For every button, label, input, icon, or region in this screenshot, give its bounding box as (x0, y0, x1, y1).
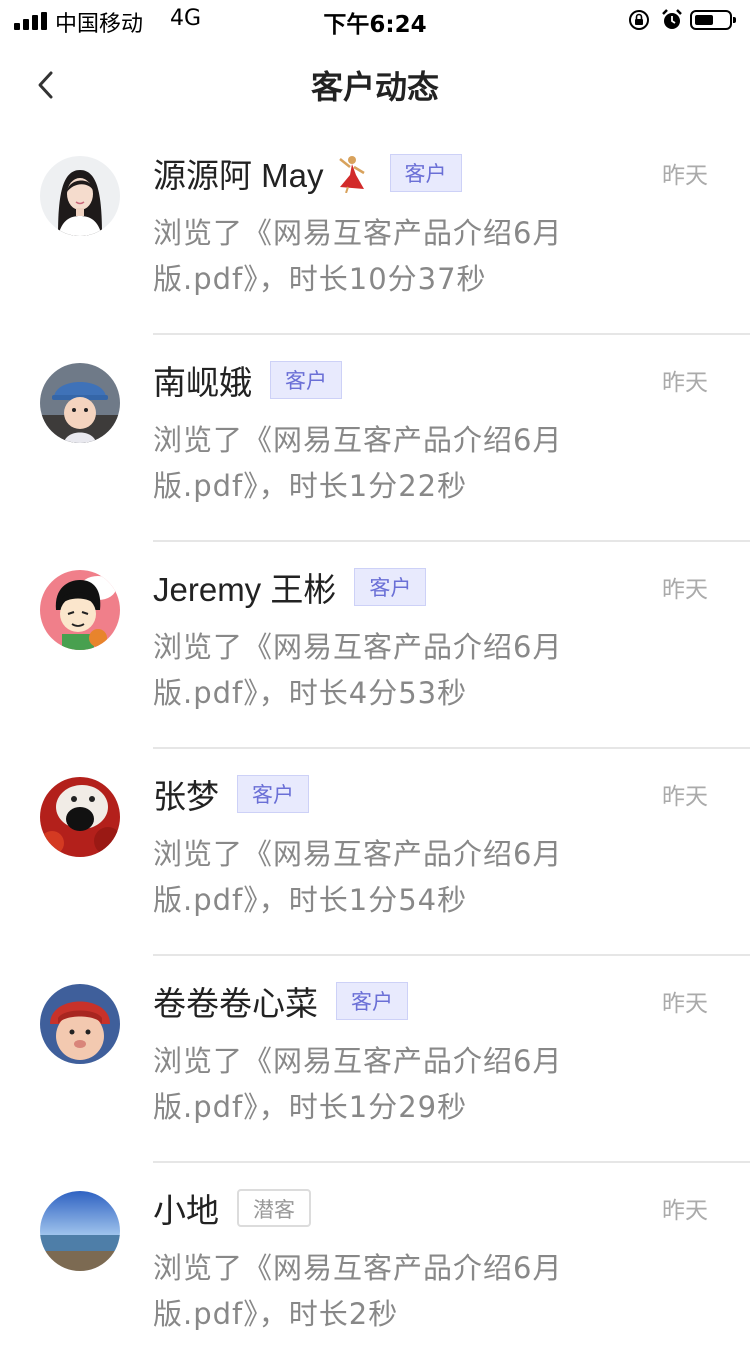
item-header: Jeremy 王彬 客户 (153, 564, 427, 610)
description-line: 版.pdf》，时长1分54秒 (153, 883, 468, 917)
alarm-icon (660, 8, 684, 32)
description-line: 浏览了《网易互客产品介绍6月 (153, 216, 563, 250)
dancer-emoji-icon (338, 156, 365, 193)
nav-bar: 客户动态 (0, 40, 750, 128)
item-description: 浏览了《网易互客产品介绍6月 版.pdf》，时长10分37秒 (153, 210, 593, 302)
item-time: 昨天 (662, 991, 708, 1017)
rotation-lock-icon (628, 9, 650, 31)
description-line: 浏览了《网易互客产品介绍6月 (153, 1044, 563, 1078)
avatar (40, 1191, 120, 1271)
item-header: 源源阿 May 客户 (153, 150, 462, 196)
description-line: 浏览了《网易互客产品介绍6月 (153, 1251, 563, 1285)
item-header: 卷卷卷心菜 客户 (153, 978, 408, 1024)
avatar (40, 363, 120, 443)
status-badge: 客户 (354, 568, 427, 606)
activity-list: 源源阿 May 客户 昨天 浏览了《网易互客产品介绍6月 版.pdf》，时长10… (0, 128, 750, 1370)
status-badge: 客户 (237, 775, 309, 813)
description-line: 版.pdf》，时长1分29秒 (153, 1090, 468, 1124)
item-header: 张梦 客户 (153, 771, 309, 817)
item-time: 昨天 (662, 370, 708, 396)
avatar (40, 777, 120, 857)
list-item[interactable]: 源源阿 May 客户 昨天 浏览了《网易互客产品介绍6月 版.pdf》，时长10… (0, 128, 750, 335)
list-item[interactable]: 张梦 客户 昨天 浏览了《网易互客产品介绍6月 版.pdf》，时长1分54秒 (0, 749, 750, 956)
customer-name: Jeremy 王彬 (153, 571, 337, 608)
customer-name: 卷卷卷心菜 (153, 985, 318, 1022)
status-badge: 潜客 (237, 1189, 311, 1227)
status-badge: 客户 (336, 982, 408, 1020)
status-badge: 客户 (389, 154, 462, 192)
list-item[interactable]: 小地 潜客 昨天 浏览了《网易互客产品介绍6月 版.pdf》，时长2秒 (0, 1163, 750, 1370)
item-time: 昨天 (662, 1198, 708, 1224)
item-time: 昨天 (662, 784, 708, 810)
description-line: 浏览了《网易互客产品介绍6月 (153, 630, 563, 664)
description-line: 版.pdf》，时长2秒 (153, 1297, 399, 1331)
item-header: 南岘娥 客户 (153, 357, 342, 403)
customer-name: 小地 (153, 1192, 219, 1229)
customer-name: 源源阿 May (153, 157, 324, 194)
battery-icon (690, 10, 736, 30)
page-title: 客户动态 (310, 68, 439, 106)
description-line: 版.pdf》，时长1分22秒 (153, 469, 468, 503)
list-item[interactable]: 南岘娥 客户 昨天 浏览了《网易互客产品介绍6月 版.pdf》，时长1分22秒 (0, 335, 750, 542)
item-time: 昨天 (662, 163, 708, 189)
item-description: 浏览了《网易互客产品介绍6月 版.pdf》，时长4分53秒 (153, 624, 593, 716)
avatar (40, 156, 120, 236)
status-bar: 中国移动 4G 下午6:24 (0, 0, 750, 40)
item-header: 小地 潜客 (153, 1185, 311, 1231)
list-item[interactable]: 卷卷卷心菜 客户 昨天 浏览了《网易互客产品介绍6月 版.pdf》，时长1分29… (0, 956, 750, 1163)
item-time: 昨天 (662, 577, 708, 603)
item-description: 浏览了《网易互客产品介绍6月 版.pdf》，时长1分22秒 (153, 417, 593, 509)
avatar (40, 570, 120, 650)
status-badge: 客户 (270, 361, 342, 399)
description-line: 浏览了《网易互客产品介绍6月 (153, 837, 563, 871)
description-line: 版.pdf》，时长10分37秒 (153, 262, 487, 296)
customer-name: 南岘娥 (153, 364, 252, 401)
item-description: 浏览了《网易互客产品介绍6月 版.pdf》，时长1分54秒 (153, 831, 593, 923)
description-line: 版.pdf》，时长4分53秒 (153, 676, 468, 710)
item-description: 浏览了《网易互客产品介绍6月 版.pdf》，时长2秒 (153, 1245, 593, 1337)
list-item[interactable]: Jeremy 王彬 客户 昨天 浏览了《网易互客产品介绍6月 版.pdf》，时长… (0, 542, 750, 749)
avatar (40, 984, 120, 1064)
item-description: 浏览了《网易互客产品介绍6月 版.pdf》，时长1分29秒 (153, 1038, 593, 1130)
description-line: 浏览了《网易互客产品介绍6月 (153, 423, 563, 457)
customer-name: 张梦 (153, 778, 219, 815)
